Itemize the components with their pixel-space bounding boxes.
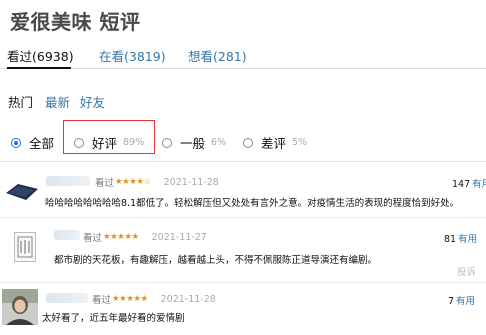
tab-want-to-watch[interactable]: 想看(281): [188, 46, 247, 65]
tab-watching[interactable]: 在看(3819): [99, 46, 166, 65]
filter-negative[interactable]: 差评 5%: [243, 133, 307, 152]
review-meta: 看过 ★★★★★ 2021-11-28: [92, 292, 216, 307]
filter-percentage: 5%: [292, 137, 308, 148]
avatar[interactable]: [2, 289, 38, 325]
rating-filter: 全部 好评 89% 一般 6% 差评 5%: [0, 118, 486, 162]
avatar[interactable]: [4, 181, 40, 203]
radio-icon: [11, 137, 21, 148]
review-status: 看过: [95, 178, 115, 189]
useful-vote[interactable]: 147有用: [452, 176, 486, 190]
status-tabs: 看过(6938) 在看(3819) 想看(281): [0, 44, 486, 69]
filter-label: 好评: [92, 136, 118, 151]
page-title: 爱很美味 短评: [10, 10, 141, 34]
useful-label: 有用: [456, 296, 476, 307]
sort-latest[interactable]: 最新: [45, 92, 70, 111]
sort-hot[interactable]: 热门: [8, 92, 33, 111]
filter-label: 全部: [29, 136, 55, 151]
useful-count: 147: [452, 179, 471, 190]
review-item: 看过 ★★★★★ 2021-11-27 81 有用 都市剧的天花板，有趣解压，越看…: [0, 218, 486, 283]
review-text: 太好看了，近五年最好看的爱情剧: [42, 313, 185, 324]
star-rating: ★★★★★: [112, 294, 148, 304]
review-meta: 看过 ★★★★★ 2021-11-27: [83, 230, 207, 245]
useful-vote[interactable]: 7 有用: [448, 293, 475, 307]
useful-label: 有用: [472, 179, 486, 190]
radio-icon: [243, 137, 253, 148]
review-status: 看过: [92, 295, 112, 306]
review-status: 看过: [83, 233, 103, 244]
useful-vote[interactable]: 81 有用: [444, 231, 477, 245]
review-text: 都市剧的天花板，有趣解压，越看越上头，不得不佩服陈正道导演还有编剧。: [54, 255, 378, 266]
star-rating: ★★★★☆: [115, 177, 151, 187]
review-item: 看过 ★★★★★ 2021-11-28 7 有用 太好看了，近五年最好看的爱情剧: [0, 283, 486, 335]
blurred-username[interactable]: [46, 176, 90, 186]
useful-label: 有用: [458, 234, 478, 245]
filter-label: 一般: [180, 136, 206, 151]
blurred-username[interactable]: [46, 293, 88, 303]
review-date: 2021-11-28: [160, 293, 216, 305]
filter-percentage: 89%: [123, 137, 145, 148]
avatar[interactable]: [14, 232, 36, 262]
review-meta: 看过 ★★★★☆ 2021-11-28: [95, 175, 219, 190]
filter-percentage: 6%: [211, 137, 227, 148]
review-date: 2021-11-27: [151, 231, 207, 243]
radio-icon: [74, 137, 84, 148]
review-date: 2021-11-28: [163, 176, 219, 188]
filter-neutral[interactable]: 一般 6%: [162, 133, 226, 152]
review-text: 哈哈哈哈哈哈哈哈8.1都低了。轻松解压但又处处有言外之意。对疫情生活的表现的程度…: [45, 198, 460, 209]
filter-all[interactable]: 全部: [11, 133, 54, 152]
review-item: 看过 ★★★★☆ 2021-11-28 147有用 哈哈哈哈哈哈哈哈8.1都低了…: [0, 163, 486, 218]
star-rating: ★★★★★: [103, 232, 139, 242]
tab-watched[interactable]: 看过(6938): [7, 46, 74, 65]
useful-count: 81: [444, 234, 457, 245]
filter-label: 差评: [261, 136, 287, 151]
report-link[interactable]: 投诉: [457, 264, 476, 278]
sort-friends[interactable]: 好友: [80, 92, 105, 111]
radio-icon: [162, 137, 172, 148]
useful-count: 7: [448, 296, 455, 307]
active-tab-underline: [7, 67, 71, 69]
filter-positive[interactable]: 好评 89%: [74, 133, 144, 152]
blurred-username[interactable]: [54, 230, 80, 240]
